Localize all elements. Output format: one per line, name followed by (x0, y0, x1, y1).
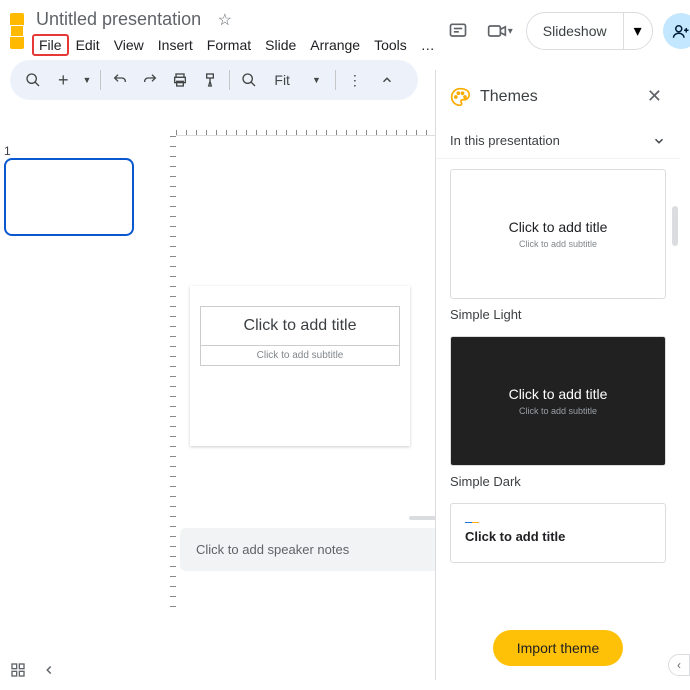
theme-card-simple-light[interactable]: Click to add title Click to add subtitle (450, 169, 666, 299)
themes-section-label: In this presentation (450, 133, 560, 148)
slideshow-dropdown[interactable]: ▾ (623, 13, 652, 49)
more-tools-button[interactable]: ⋮ (342, 66, 368, 94)
chevron-down-icon: ▼ (312, 75, 321, 85)
themes-panel: Themes ✕ In this presentation Click to a… (435, 70, 680, 680)
theme-preview-title: Click to add title (509, 219, 608, 235)
slideshow-button[interactable]: Slideshow (527, 15, 623, 47)
theme-preview-subtitle: Click to add subtitle (519, 239, 597, 249)
menu-edit[interactable]: Edit (69, 34, 107, 56)
themes-list: Click to add title Click to add subtitle… (436, 159, 680, 620)
new-slide-dropdown[interactable]: ▼ (80, 66, 93, 94)
zoom-value: Fit (274, 72, 290, 88)
slideshow-button-group: Slideshow ▾ (526, 12, 653, 50)
collapse-toolbar-button[interactable] (372, 69, 402, 91)
slides-logo (10, 13, 24, 49)
menu-view[interactable]: View (107, 34, 151, 56)
redo-button[interactable] (137, 66, 163, 94)
toolbar: + ▼ Fit ▼ ⋮ (10, 60, 418, 100)
theme-card-streamline[interactable]: Click to add title (450, 503, 666, 563)
chevron-down-icon (652, 134, 666, 148)
menu-arrange[interactable]: Arrange (303, 34, 367, 56)
theme-preview-title: Click to add title (465, 529, 565, 544)
theme-card-simple-dark[interactable]: Click to add title Click to add subtitle (450, 336, 666, 466)
new-slide-button[interactable]: + (50, 66, 76, 94)
menu-insert[interactable]: Insert (151, 34, 200, 56)
title-placeholder[interactable]: Click to add title (200, 306, 400, 346)
import-theme-button[interactable]: Import theme (493, 630, 623, 666)
menu-file[interactable]: File (32, 34, 69, 56)
palette-icon (450, 87, 470, 107)
menu-bar: File Edit View Insert Format Slide Arran… (32, 34, 442, 56)
menu-slide[interactable]: Slide (258, 34, 303, 56)
menu-format[interactable]: Format (200, 34, 258, 56)
close-icon[interactable]: ✕ (643, 82, 666, 111)
theme-preview-title: Click to add title (509, 386, 608, 402)
theme-name: Simple Light (450, 307, 666, 322)
slide-thumbnail[interactable] (4, 158, 134, 236)
print-button[interactable] (167, 66, 193, 94)
menu-more[interactable]: … (414, 34, 442, 56)
undo-button[interactable] (106, 66, 132, 94)
zoom-button[interactable] (236, 66, 262, 94)
side-panel-expand[interactable]: ‹ (668, 654, 690, 676)
share-button[interactable] (663, 13, 690, 49)
zoom-dropdown[interactable]: Fit ▼ (266, 68, 328, 92)
ruler-vertical (160, 136, 176, 610)
comment-history-icon[interactable] (442, 15, 474, 47)
chevron-left-icon[interactable] (42, 663, 56, 677)
filmstrip: 1 (0, 110, 160, 690)
themes-title: Themes (480, 88, 538, 106)
menu-tools[interactable]: Tools (367, 34, 414, 56)
search-menus-icon[interactable] (20, 66, 46, 94)
meet-icon[interactable]: ▾ (484, 15, 516, 47)
scrollbar[interactable] (672, 206, 678, 246)
theme-name: Simple Dark (450, 474, 666, 489)
streamline-accent (465, 522, 479, 523)
themes-section-toggle[interactable]: In this presentation (436, 123, 680, 159)
subtitle-placeholder[interactable]: Click to add subtitle (200, 346, 400, 366)
paint-format-button[interactable] (197, 66, 223, 94)
doc-title[interactable]: Untitled presentation (32, 7, 205, 32)
slide-canvas[interactable]: Click to add title Click to add subtitle (190, 286, 410, 446)
grid-view-icon[interactable] (10, 662, 26, 678)
star-icon[interactable]: ☆ (218, 12, 232, 29)
theme-preview-subtitle: Click to add subtitle (519, 406, 597, 416)
slide-number: 1 (4, 144, 16, 158)
